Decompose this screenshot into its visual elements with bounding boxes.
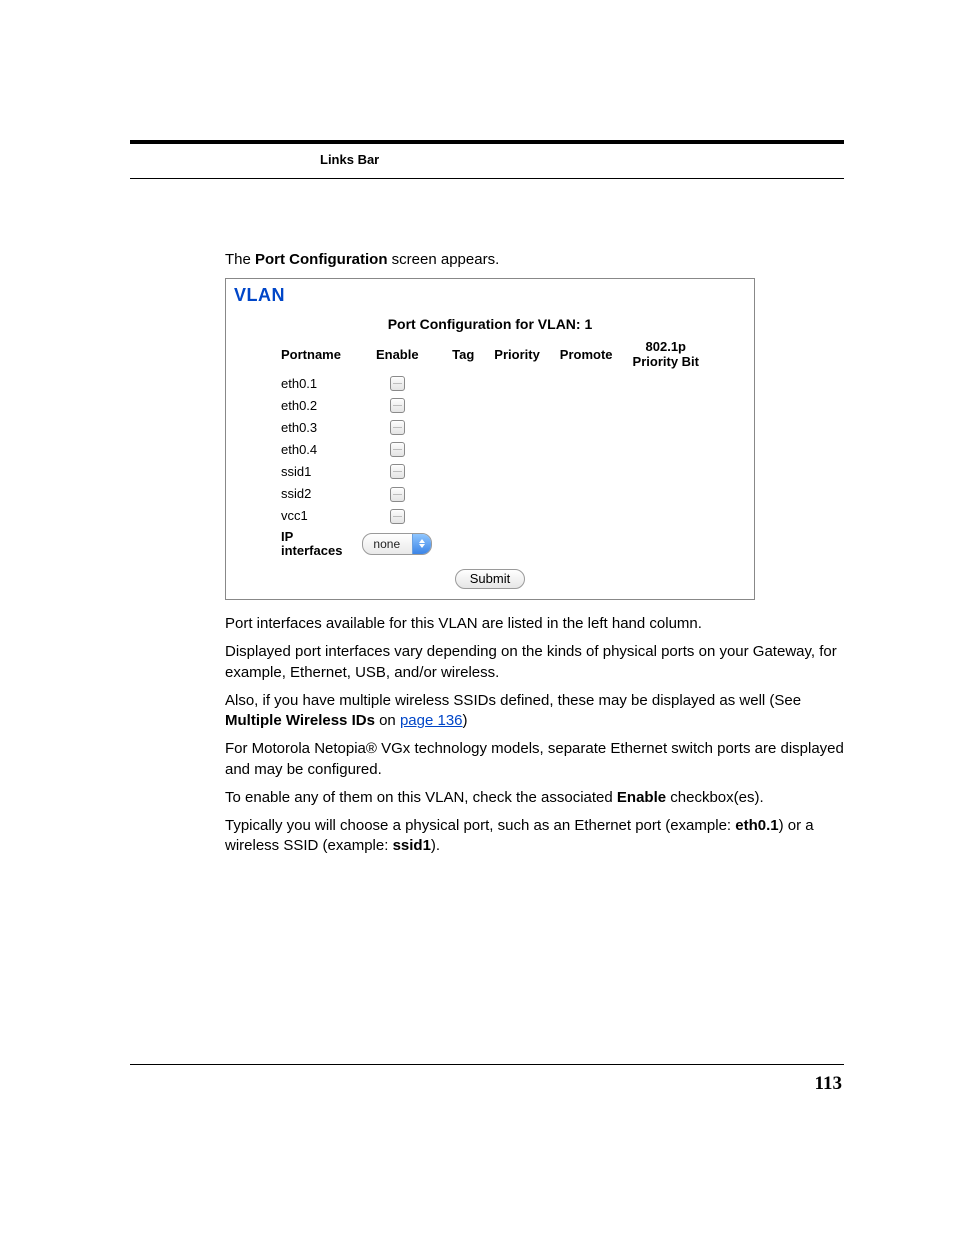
col-bit-l1: 802.1p xyxy=(646,339,686,354)
select-stepper-icon xyxy=(412,534,431,554)
port-name: ssid1 xyxy=(271,460,352,482)
ip-label-l2: interfaces xyxy=(281,543,342,558)
enable-checkbox[interactable] xyxy=(390,398,405,413)
col-tag: Tag xyxy=(442,338,484,372)
body-p6: Typically you will choose a physical por… xyxy=(225,816,844,857)
p3-bold: Multiple Wireless IDs xyxy=(225,712,375,729)
col-bit-l2: Priority Bit xyxy=(633,354,699,369)
p6-b1: eth0.1 xyxy=(735,817,778,834)
top-rule-heavy xyxy=(130,140,844,144)
body-p3: Also, if you have multiple wireless SSID… xyxy=(225,691,844,732)
p5-bold: Enable xyxy=(617,789,666,806)
p5-pre: To enable any of them on this VLAN, chec… xyxy=(225,789,617,806)
table-row: eth0.1 xyxy=(271,372,709,394)
ip-interfaces-select[interactable]: none xyxy=(362,533,432,555)
panel-subtitle: Port Configuration for VLAN: 1 xyxy=(232,316,748,332)
p6-b2: ssid1 xyxy=(393,837,431,854)
intro-bold: Port Configuration xyxy=(255,251,387,268)
ip-interfaces-value: none xyxy=(363,534,412,554)
port-name: eth0.1 xyxy=(271,372,352,394)
port-name: eth0.4 xyxy=(271,438,352,460)
p3-post: ) xyxy=(463,712,468,729)
body-p1: Port interfaces available for this VLAN … xyxy=(225,614,844,634)
p3-mid: on xyxy=(375,712,400,729)
port-name: eth0.3 xyxy=(271,416,352,438)
col-enable: Enable xyxy=(352,338,442,372)
port-name: vcc1 xyxy=(271,505,352,527)
ip-interfaces-row: IP interfaces none xyxy=(271,527,709,562)
ip-label-l1: IP xyxy=(281,529,293,544)
p3-pre: Also, if you have multiple wireless SSID… xyxy=(225,692,801,709)
table-row: eth0.3 xyxy=(271,416,709,438)
table-header-row: Portname Enable Tag Priority Promote 802… xyxy=(271,338,709,372)
table-row: ssid2 xyxy=(271,482,709,504)
submit-button[interactable]: Submit xyxy=(455,569,525,589)
p5-post: checkbox(es). xyxy=(666,789,764,806)
p6-pre: Typically you will choose a physical por… xyxy=(225,817,735,834)
table-row: eth0.2 xyxy=(271,394,709,416)
panel-title: VLAN xyxy=(234,285,748,306)
body-p4: For Motorola Netopia® VGx technology mod… xyxy=(225,739,844,780)
body-p2: Displayed port interfaces vary depending… xyxy=(225,642,844,683)
p6-post: ). xyxy=(431,837,440,854)
port-config-table: Portname Enable Tag Priority Promote 802… xyxy=(271,338,709,561)
enable-checkbox[interactable] xyxy=(390,442,405,457)
intro-post: screen appears. xyxy=(388,251,500,268)
top-rule-light xyxy=(130,178,844,179)
intro-paragraph: The Port Configuration screen appears. xyxy=(225,250,844,270)
page-136-link[interactable]: page 136 xyxy=(400,712,463,729)
table-row: ssid1 xyxy=(271,460,709,482)
table-row: vcc1 xyxy=(271,505,709,527)
col-priority: Priority xyxy=(484,338,550,372)
enable-checkbox[interactable] xyxy=(390,464,405,479)
page-number: 113 xyxy=(815,1073,842,1095)
ip-interfaces-label: IP interfaces xyxy=(271,527,352,562)
header-section-label: Links Bar xyxy=(320,152,379,167)
enable-checkbox[interactable] xyxy=(390,509,405,524)
table-row: eth0.4 xyxy=(271,438,709,460)
col-portname: Portname xyxy=(271,338,352,372)
col-priority-bit: 802.1p Priority Bit xyxy=(623,338,709,372)
vlan-panel: VLAN Port Configuration for VLAN: 1 Port… xyxy=(225,278,755,600)
intro-pre: The xyxy=(225,251,255,268)
port-name: eth0.2 xyxy=(271,394,352,416)
body-p5: To enable any of them on this VLAN, chec… xyxy=(225,788,844,808)
col-promote: Promote xyxy=(550,338,623,372)
bottom-rule xyxy=(130,1064,844,1065)
enable-checkbox[interactable] xyxy=(390,420,405,435)
enable-checkbox[interactable] xyxy=(390,487,405,502)
enable-checkbox[interactable] xyxy=(390,376,405,391)
port-name: ssid2 xyxy=(271,482,352,504)
